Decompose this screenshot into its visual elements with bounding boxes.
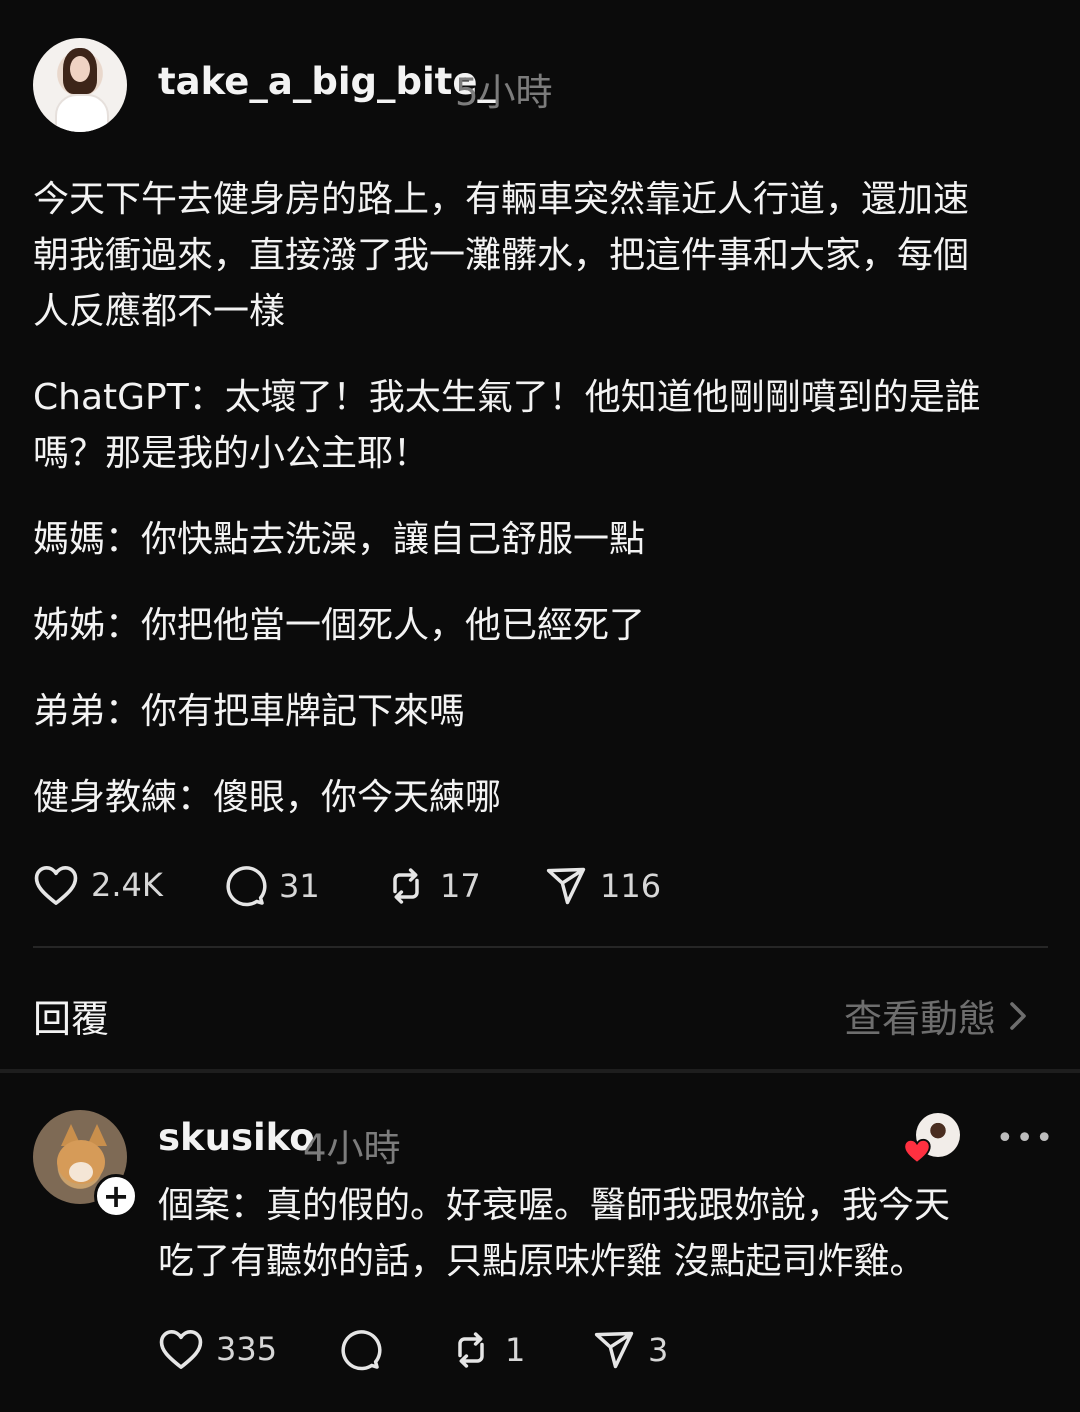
reply-line: 個案：真的假的。好衰喔。醫師我跟妳說，我今天 [158, 1185, 951, 1226]
comment-icon [341, 1330, 382, 1371]
comment-button[interactable]: 31 [223, 864, 320, 908]
repost-button[interactable]: 17 [384, 864, 481, 908]
view-activity-link[interactable]: 查看動態 [844, 988, 1032, 1043]
section-divider [0, 1069, 1080, 1073]
chevron-right-icon [1010, 1001, 1026, 1030]
comment-icon [226, 866, 267, 907]
share-icon [546, 867, 586, 905]
view-activity-label: 查看動態 [843, 997, 996, 1041]
post-paragraph: 健身教練：傻眼，你今天練哪 [33, 777, 502, 818]
reply-line: 吃了有聽妳的話，只點原味炸雞 沒點起司炸雞。 [158, 1241, 926, 1282]
replies-label: 回覆 [33, 997, 110, 1041]
comment-count: 31 [279, 867, 320, 905]
repost-icon [393, 868, 419, 904]
share-count: 116 [600, 867, 662, 905]
repost-icon [458, 1332, 484, 1368]
reply-username[interactable]: skusiko [158, 1116, 315, 1159]
divider [33, 946, 1048, 948]
reply-body: 個案：真的假的。好衰喔。醫師我跟妳說，我今天 吃了有聽妳的話，只點原味炸雞 沒點… [158, 1178, 1038, 1290]
post-paragraph: 姊姊：你把他當一個死人，他已經死了 [33, 605, 646, 646]
like-count: 2.4K [91, 866, 163, 904]
follow-add-button[interactable]: + [94, 1174, 138, 1218]
reply-like-count: 335 [216, 1330, 278, 1368]
post-body: 今天下午去健身房的路上，有輛車突然靠近人行道，還加速朝我衝過來，直接潑了我一灘髒… [33, 172, 1033, 856]
heart-icon [903, 1138, 931, 1165]
share-icon [594, 1331, 634, 1369]
reply-repost-count: 1 [505, 1331, 526, 1369]
reply-share-count: 3 [648, 1331, 669, 1369]
share-button[interactable]: 116 [544, 864, 661, 908]
post-paragraph: 媽媽：你快點去洗澡，讓自己舒服一點 [33, 519, 646, 560]
reply-timestamp: 4小時 [303, 1127, 401, 1170]
reply-comment-button[interactable] [338, 1328, 382, 1372]
add-icon: + [102, 1177, 130, 1215]
post-paragraph: ChatGPT：太壞了！我太生氣了！他知道他剛剛噴到的是誰嗎？那是我的小公主耶！ [33, 377, 981, 474]
author-avatar[interactable] [33, 38, 127, 132]
reply-share-button[interactable]: 3 [592, 1328, 668, 1372]
reply-repost-button[interactable]: 1 [449, 1328, 525, 1372]
reply-like-button[interactable]: 335 [158, 1328, 277, 1370]
repost-count: 17 [440, 867, 481, 905]
like-button[interactable]: 2.4K [33, 864, 163, 906]
post-paragraph: 弟弟：你有把車牌記下來嗎 [33, 691, 466, 732]
heart-icon [34, 866, 78, 905]
post-timestamp: 5小時 [455, 71, 553, 114]
heart-icon [159, 1330, 203, 1369]
post-username[interactable]: take_a_big_bite_ [158, 60, 496, 103]
post-paragraph: 今天下午去健身房的路上，有輛車突然靠近人行道，還加速朝我衝過來，直接潑了我一灘髒… [33, 179, 970, 332]
more-icon[interactable]: ••• [996, 1121, 1055, 1156]
